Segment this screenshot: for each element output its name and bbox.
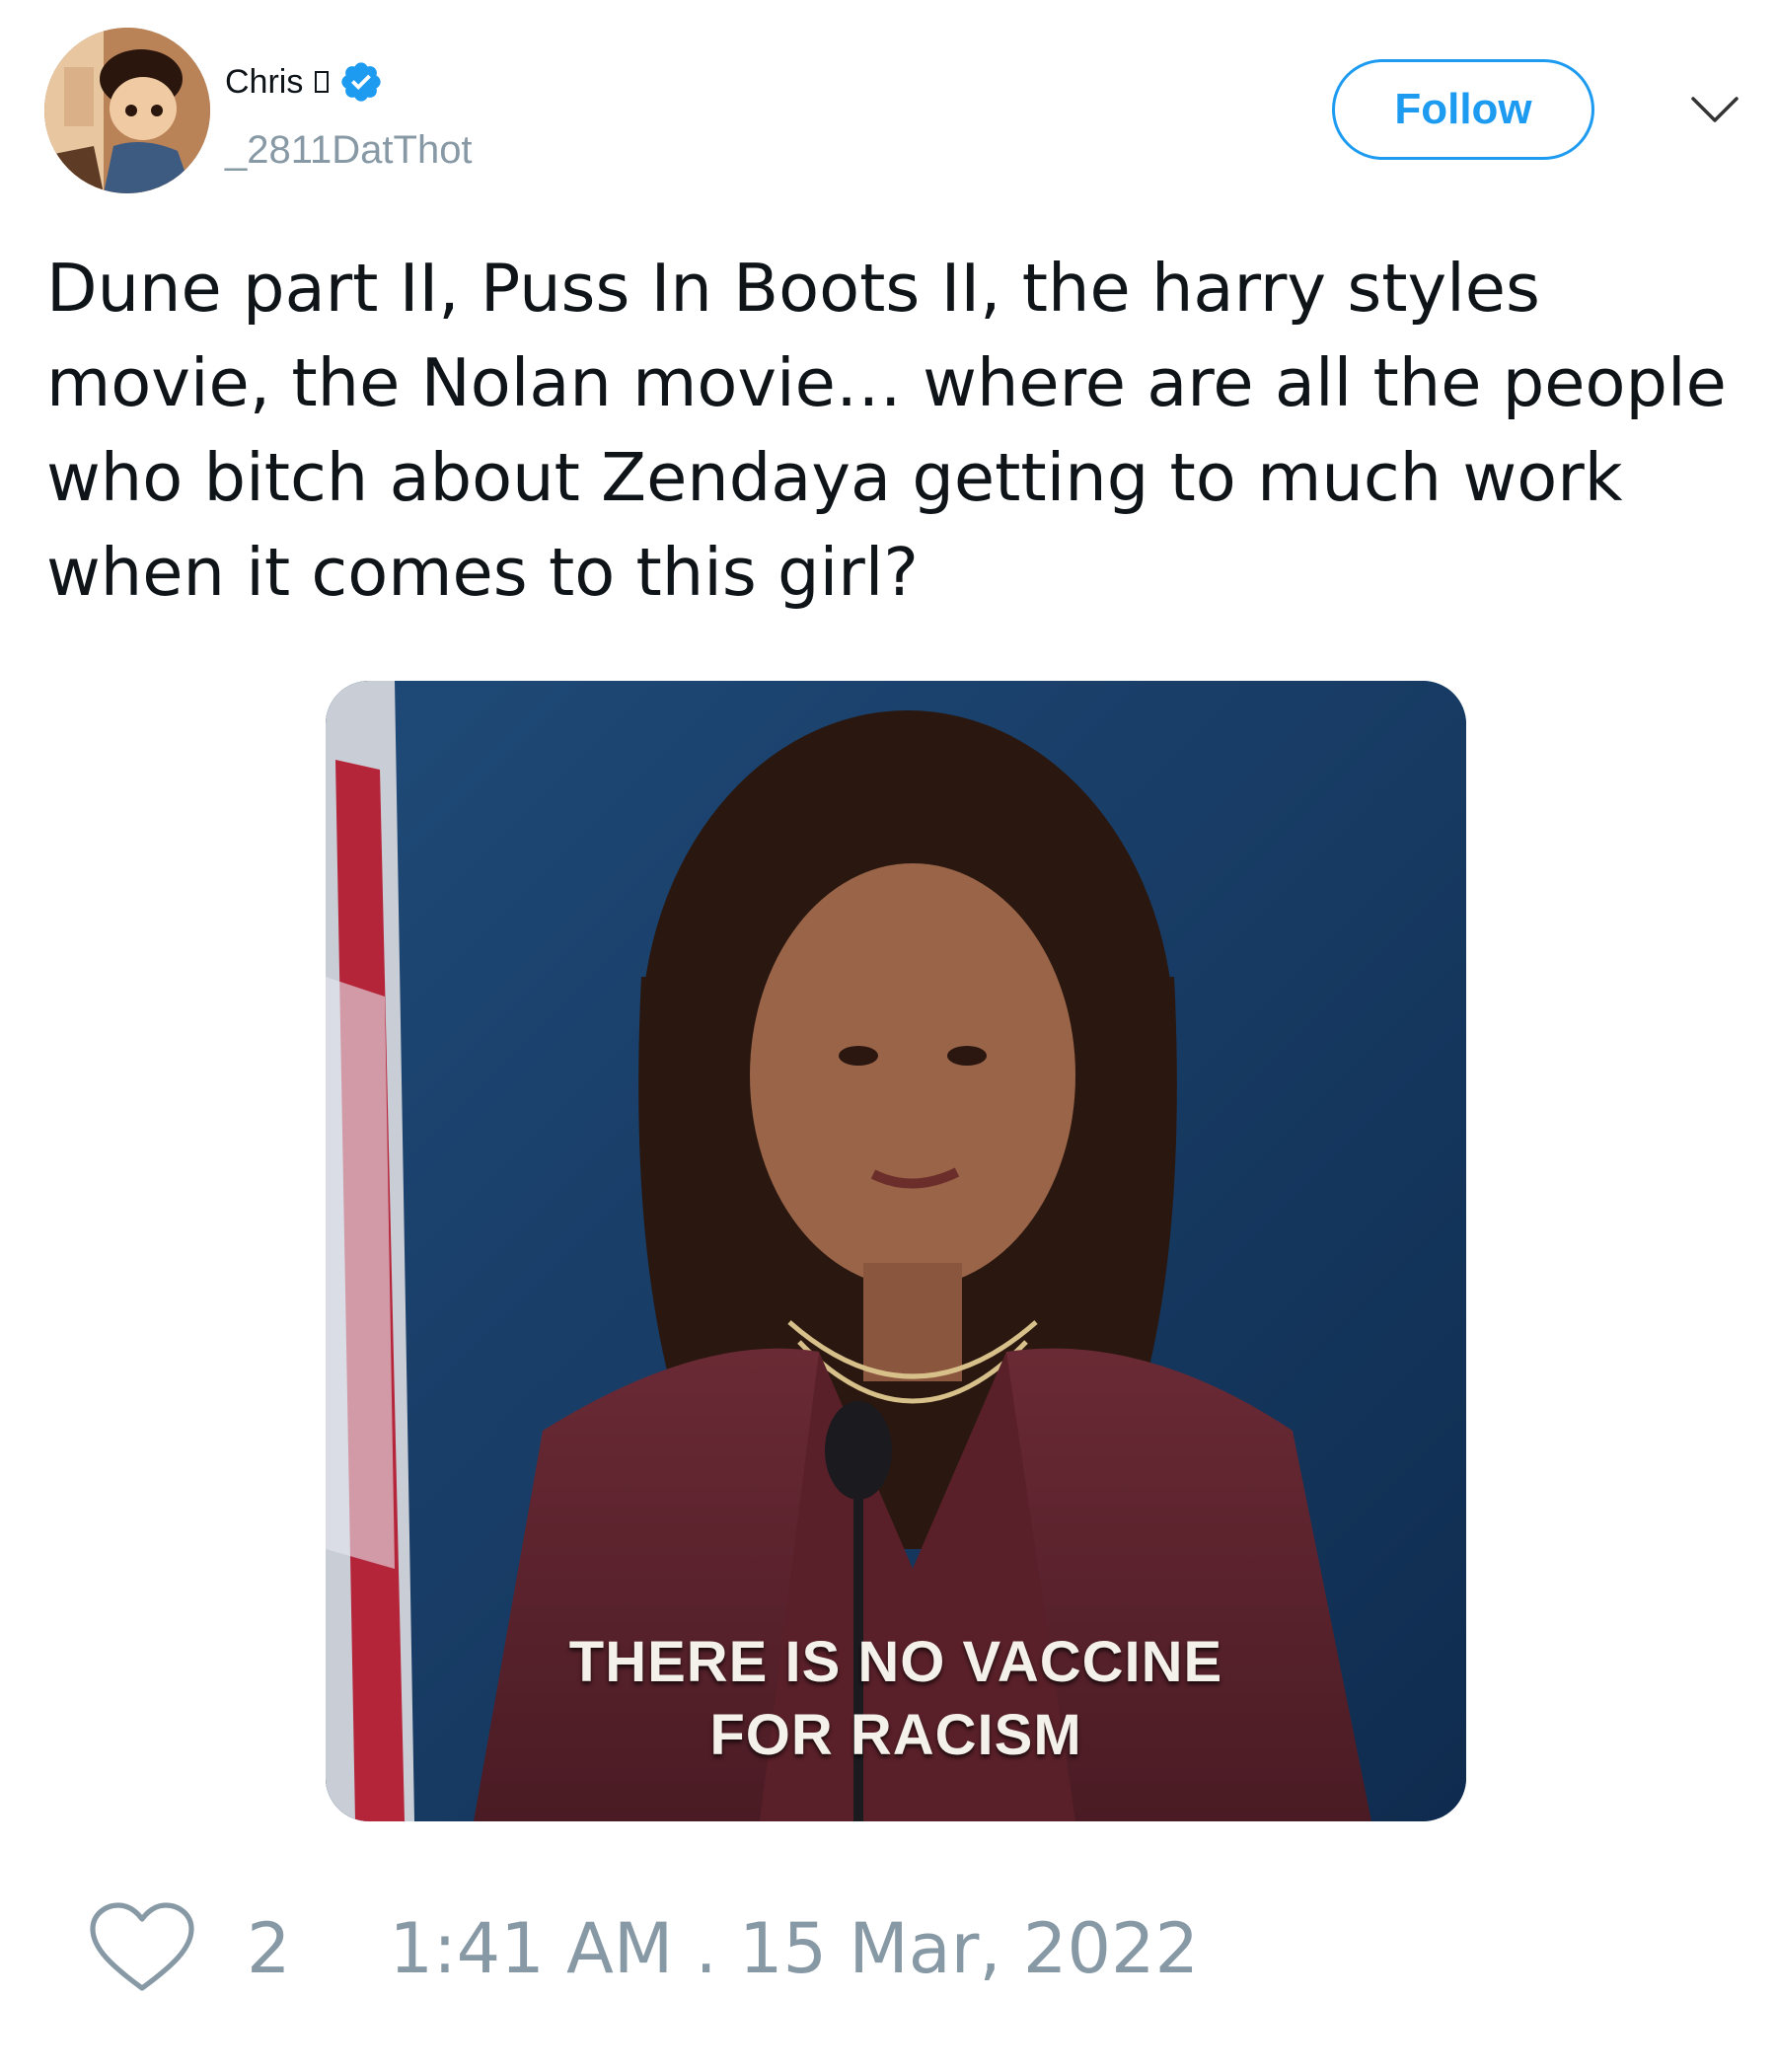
follow-button[interactable]: Follow [1332, 59, 1594, 160]
tweet-text: Dune part II, Puss In Boots II, the harr… [46, 250, 1727, 611]
tweet-card: Chris _2811DatThot Follow Dune part II, … [0, 0, 1776, 2072]
tweet-media-gif[interactable]: THERE IS NO VACCINE FOR RACISM [326, 681, 1466, 1821]
like-count: 2 [247, 1908, 291, 1989]
caption-line-2: FOR RACISM [709, 1703, 1082, 1767]
handle[interactable]: _2811DatThot [225, 128, 473, 173]
avatar-image [44, 28, 210, 193]
caption-line-1: THERE IS NO VACCINE [568, 1630, 1223, 1694]
verified-badge-icon [341, 62, 381, 102]
heart-outline-icon[interactable] [89, 1901, 195, 1996]
avatar[interactable] [44, 28, 210, 193]
timestamp[interactable]: 1:41 AM . 15 Mar, 2022 [390, 1908, 1200, 1989]
display-name[interactable]: Chris [225, 63, 303, 102]
emoji-placeholder-icon [315, 71, 330, 93]
tweet-footer: 2 1:41 AM . 15 Mar, 2022 [89, 1894, 1199, 2003]
name-row: Chris [225, 59, 384, 105]
chevron-down-icon[interactable] [1689, 91, 1740, 130]
media-caption: THERE IS NO VACCINE FOR RACISM [326, 1626, 1466, 1772]
